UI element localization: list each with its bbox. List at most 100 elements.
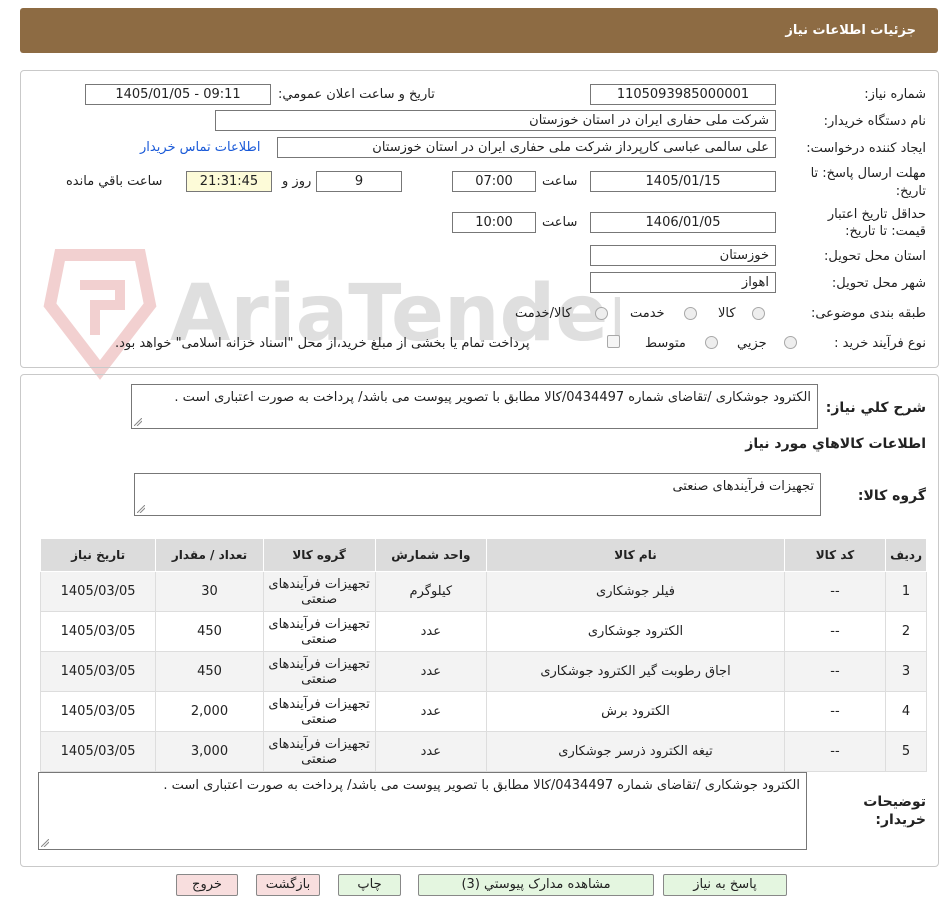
cell-row: 2 [885,611,927,652]
goods-group-label: گروه کالا: [857,488,926,504]
process-option-medium: متوسط [645,336,686,351]
treasury-payment-checkbox[interactable] [607,335,620,348]
cell-group: تجهیزات فرآیندهای صنعتی [262,611,376,652]
buyer-field: شرکت ملی حفاری ایران در استان خوزستان [215,110,776,131]
cell-name: الکترود برش [486,691,785,732]
category-option-goods: کالا [718,306,736,321]
province-field: خوزستان [590,245,776,266]
table-row: 3 -- اجاق رطوبت گیر الکترود جوشکاری عدد … [39,651,927,692]
category-radio-goods-service[interactable] [595,307,608,320]
summary-textarea[interactable]: الکترود جوشکاری /تقاضای شماره 0434497/کا… [131,384,818,429]
validity-time-field: 10:00 [452,212,536,233]
cell-date: 1405/03/05 [39,731,157,772]
deadline-time-label: ساعت [542,174,578,189]
goods-group-textarea[interactable]: تجهیزات فرآیندهای صنعتی [134,473,821,516]
deadline-time-field: 07:00 [452,171,536,192]
summary-text: الکترود جوشکاری /تقاضای شماره 0434497/کا… [174,390,811,405]
validity-label: حداقل تاریخ اعتبار [827,207,926,222]
table-row: 2 -- الکترود جوشکاری عدد تجهیزات فرآینده… [39,611,927,652]
resize-grip-icon[interactable] [41,839,49,847]
need-number-field: 1105093985000001 [590,84,776,105]
category-label: طبقه بندی موضوعی: [810,306,926,321]
back-button[interactable]: بازگشت [256,874,320,896]
col-group: گروه کالا [262,538,376,572]
need-number-label: شماره نیاز: [864,87,926,102]
col-code: کد کالا [783,538,887,572]
cell-row: 4 [885,691,927,732]
cell-date: 1405/03/05 [39,571,157,612]
cell-row: 5 [885,731,927,772]
days-label: روز و [282,174,312,189]
resize-grip-icon[interactable] [134,418,142,426]
category-option-service: خدمت [630,306,665,321]
cell-code: -- [783,651,887,692]
col-name: نام کالا [486,538,785,572]
cell-code: -- [783,691,887,732]
city-label: شهر محل تحویل: [831,276,926,291]
buyer-notes-label-2: خریدار: [875,812,926,828]
page-header: جزئیات اطلاعات نیاز [20,8,938,53]
cell-row: 1 [885,571,927,612]
cell-name: الکترود جوشکاری [486,611,785,652]
cell-group: تجهیزات فرآیندهای صنعتی [262,731,376,772]
creator-field: علی سالمی عباسی کارپرداز شرکت ملی حفاری … [277,137,776,158]
cell-quantity: 450 [155,651,264,692]
buyer-label: نام دستگاه خریدار: [823,114,926,129]
category-radio-goods[interactable] [752,307,765,320]
goods-group-value: تجهیزات فرآیندهای صنعتی [672,479,814,494]
days-field: 9 [316,171,402,192]
buyer-notes-textarea[interactable]: الکترود جوشکاری /تقاضای شماره 0434497/کا… [38,772,807,850]
city-field: اهواز [590,272,776,293]
view-attachments-button[interactable]: مشاهده مدارک پیوستي (3) [418,874,654,896]
goods-section-title: اطلاعات کالاهاي مورد نیاز [745,436,926,452]
cell-quantity: 2,000 [155,691,264,732]
exit-button[interactable]: خروج [176,874,238,896]
cell-quantity: 450 [155,611,264,652]
table-row: 5 -- تیغه الکترود ذرسر جوشکاری عدد تجهیز… [39,731,927,772]
reply-button[interactable]: پاسخ به نیاز [663,874,787,896]
cell-code: -- [783,731,887,772]
remaining-time-field: 21:31:45 [186,171,272,192]
cell-unit: کیلوگرم [374,571,488,612]
contact-buyer-link[interactable]: اطلاعات تماس خریدار [140,140,260,155]
cell-quantity: 30 [155,571,264,612]
col-date: تاریخ نیاز [39,538,157,572]
cell-name: فیلر جوشکاری [486,571,785,612]
announce-label: تاریخ و ساعت اعلان عمومي: [278,87,435,102]
page-title: جزئیات اطلاعات نیاز [785,23,916,38]
buyer-notes-label: توضیحات [863,794,926,810]
cell-code: -- [783,611,887,652]
summary-label: شرح کلي نیاز: [825,400,926,416]
creator-label: ایجاد کننده درخواست: [806,141,926,156]
cell-quantity: 3,000 [155,731,264,772]
cell-group: تجهیزات فرآیندهای صنعتی [262,571,376,612]
process-label: نوع فرآیند خرید : [834,336,926,351]
validity-date-field: 1406/01/05 [590,212,776,233]
table-row: 1 -- فیلر جوشکاری کیلوگرم تجهیزات فرآیند… [39,571,927,612]
cell-name: تیغه الکترود ذرسر جوشکاری [486,731,785,772]
cell-code: -- [783,571,887,612]
process-radio-minor[interactable] [784,336,797,349]
print-button[interactable]: چاپ [338,874,401,896]
deadline-label-date: تاریخ: [895,184,926,199]
cell-unit: عدد [374,611,488,652]
cell-unit: عدد [374,731,488,772]
validity-label-date: قیمت: تا تاریخ: [845,224,926,239]
cell-date: 1405/03/05 [39,691,157,732]
validity-time-label: ساعت [542,215,578,230]
col-row: ردیف [885,538,927,572]
cell-date: 1405/03/05 [39,651,157,692]
category-option-goods-service: کالا/خدمت [515,306,572,321]
cell-group: تجهیزات فرآیندهای صنعتی [262,651,376,692]
resize-grip-icon[interactable] [137,505,145,513]
cell-date: 1405/03/05 [39,611,157,652]
deadline-date-field: 1405/01/15 [590,171,776,192]
deadline-label: مهلت ارسال پاسخ: تا [810,166,926,181]
process-option-minor: جزیي [737,336,767,351]
province-label: استان محل تحویل: [824,249,926,264]
category-radio-service[interactable] [684,307,697,320]
col-unit: واحد شمارش [374,538,488,572]
cell-name: اجاق رطوبت گیر الکترود جوشکاری [486,651,785,692]
process-radio-medium[interactable] [705,336,718,349]
table-row: 4 -- الکترود برش عدد تجهیزات فرآیندهای ص… [39,691,927,732]
